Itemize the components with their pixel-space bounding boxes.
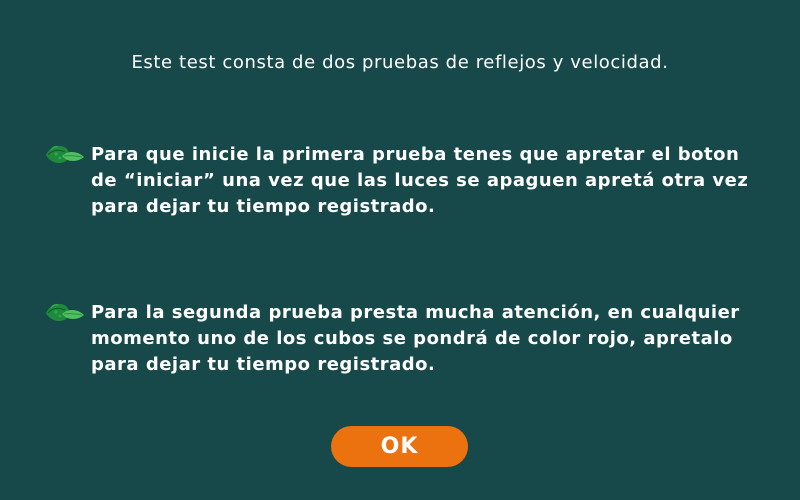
instruction-text: Para la segunda prueba presta mucha aten… [91, 302, 740, 375]
ok-button[interactable]: OK [331, 426, 468, 467]
leaf-icon [44, 142, 86, 168]
leaf-icon [44, 300, 86, 326]
instruction-text: Para que inicie la primera prueba tenes … [91, 144, 749, 217]
intro-text: Este test consta de dos pruebas de refle… [131, 52, 669, 73]
